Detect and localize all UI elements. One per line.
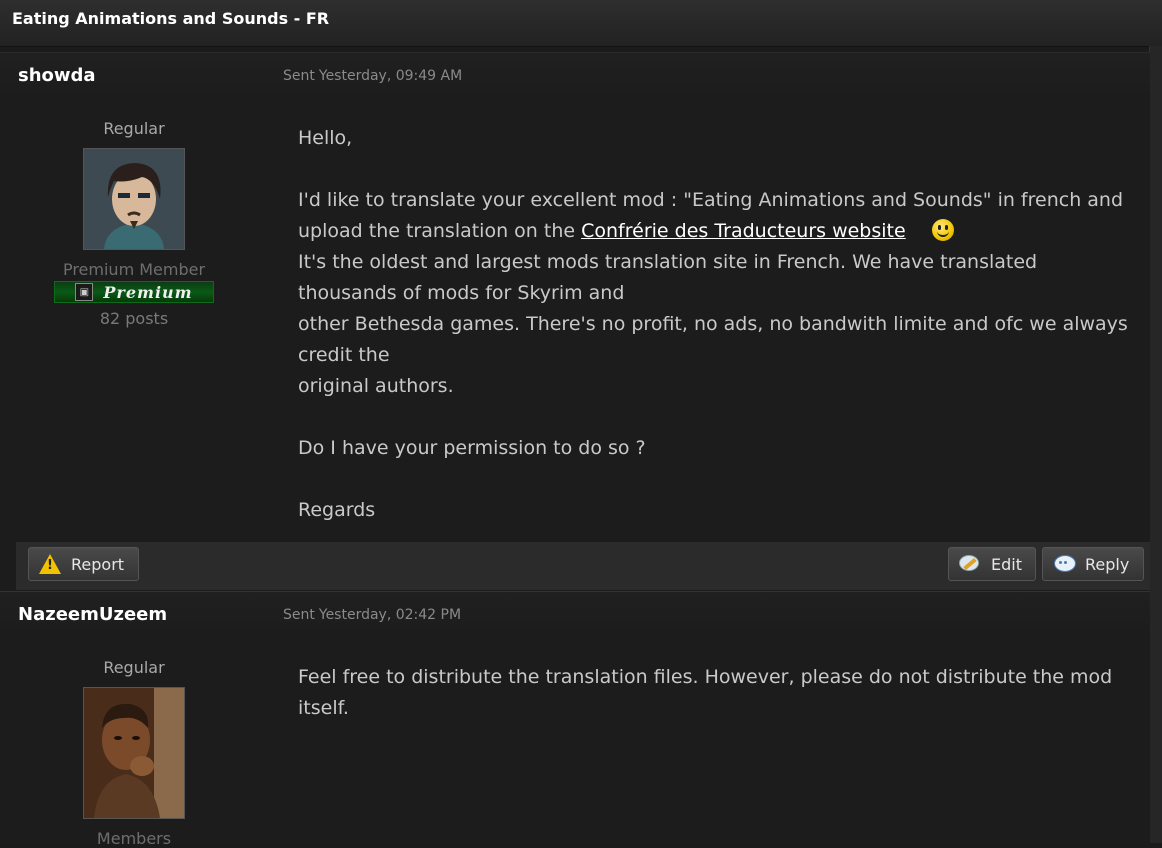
translators-site-link[interactable]: Confrérie des Traducteurs website [581,220,906,242]
edit-button[interactable]: Edit [948,547,1036,581]
avatar[interactable] [83,687,185,819]
body-line: credit the [298,344,390,366]
body-line: It's the oldest and largest mods transla… [298,251,1038,273]
report-button[interactable]: Report [28,547,139,581]
member-title: Premium Member [62,260,206,279]
message-body: Feel free to distribute the translation … [298,662,1128,724]
conversation-title: Eating Animations and Sounds - FR [12,9,330,28]
body-line: other Bethesda games. There's no profit,… [298,313,1128,335]
body-line: thousands of mods for Skyrim and [298,282,625,304]
post-actions-bar: Report Edit Reply [16,542,1150,590]
post-timestamp: Sent Yesterday, 09:49 AM [283,68,462,84]
greeting: Hello, [298,127,353,149]
conversation-title-bar: Eating Animations and Sounds - FR [0,0,1162,47]
edit-icon [959,554,981,574]
reply-button[interactable]: Reply [1042,547,1144,581]
edit-label: Edit [991,554,1022,574]
reply-icon [1053,554,1076,574]
avatar[interactable] [83,148,185,250]
closing: Regards [298,499,376,521]
reply-label: Reply [1085,554,1130,574]
sent-label: Sent [283,68,315,84]
author-rank: Regular [103,658,165,677]
body-text: Feel free to distribute the translation … [298,666,1113,719]
post-header: NazeemUzeem Sent Yesterday, 02:42 PM [0,592,1150,638]
post-author[interactable]: NazeemUzeem [18,604,167,625]
premium-badge: ▣ Premium [54,281,214,303]
body-line: I'd like to translate your excellent mod… [298,189,1124,211]
author-rank: Regular [103,119,165,138]
report-label: Report [71,554,125,574]
warning-icon [39,554,61,574]
post-header: showda Sent Yesterday, 09:49 AM [0,53,1150,99]
body-line-with-link: upload the translation on the Confrérie … [298,216,1128,247]
premium-emblem-icon: ▣ [75,283,94,301]
premium-badge-text: Premium [103,282,193,302]
scrollbar[interactable] [1149,46,1162,843]
post-author[interactable]: showda [18,65,96,86]
message-post: NazeemUzeem Sent Yesterday, 02:42 PM Regu… [0,591,1150,848]
message-post: showda Sent Yesterday, 09:49 AM Regular P… [0,52,1150,591]
author-info: Regular Premium Member ▣ Premium 82 post… [16,119,252,328]
post-count: 82 posts [99,309,169,328]
sent-time: Yesterday, 02:42 PM [318,607,462,623]
body-line: original authors. [298,375,454,397]
post-timestamp: Sent Yesterday, 02:42 PM [283,607,461,623]
message-body: Hello, I'd like to translate your excell… [298,123,1128,526]
body-text: upload the translation on the [298,220,582,242]
smiley-icon [931,219,954,241]
question: Do I have your permission to do so ? [298,437,646,459]
sent-label: Sent [283,607,315,623]
member-title: Members [96,829,172,848]
sent-time: Yesterday, 09:49 AM [318,68,463,84]
author-info: Regular Members [16,658,252,848]
